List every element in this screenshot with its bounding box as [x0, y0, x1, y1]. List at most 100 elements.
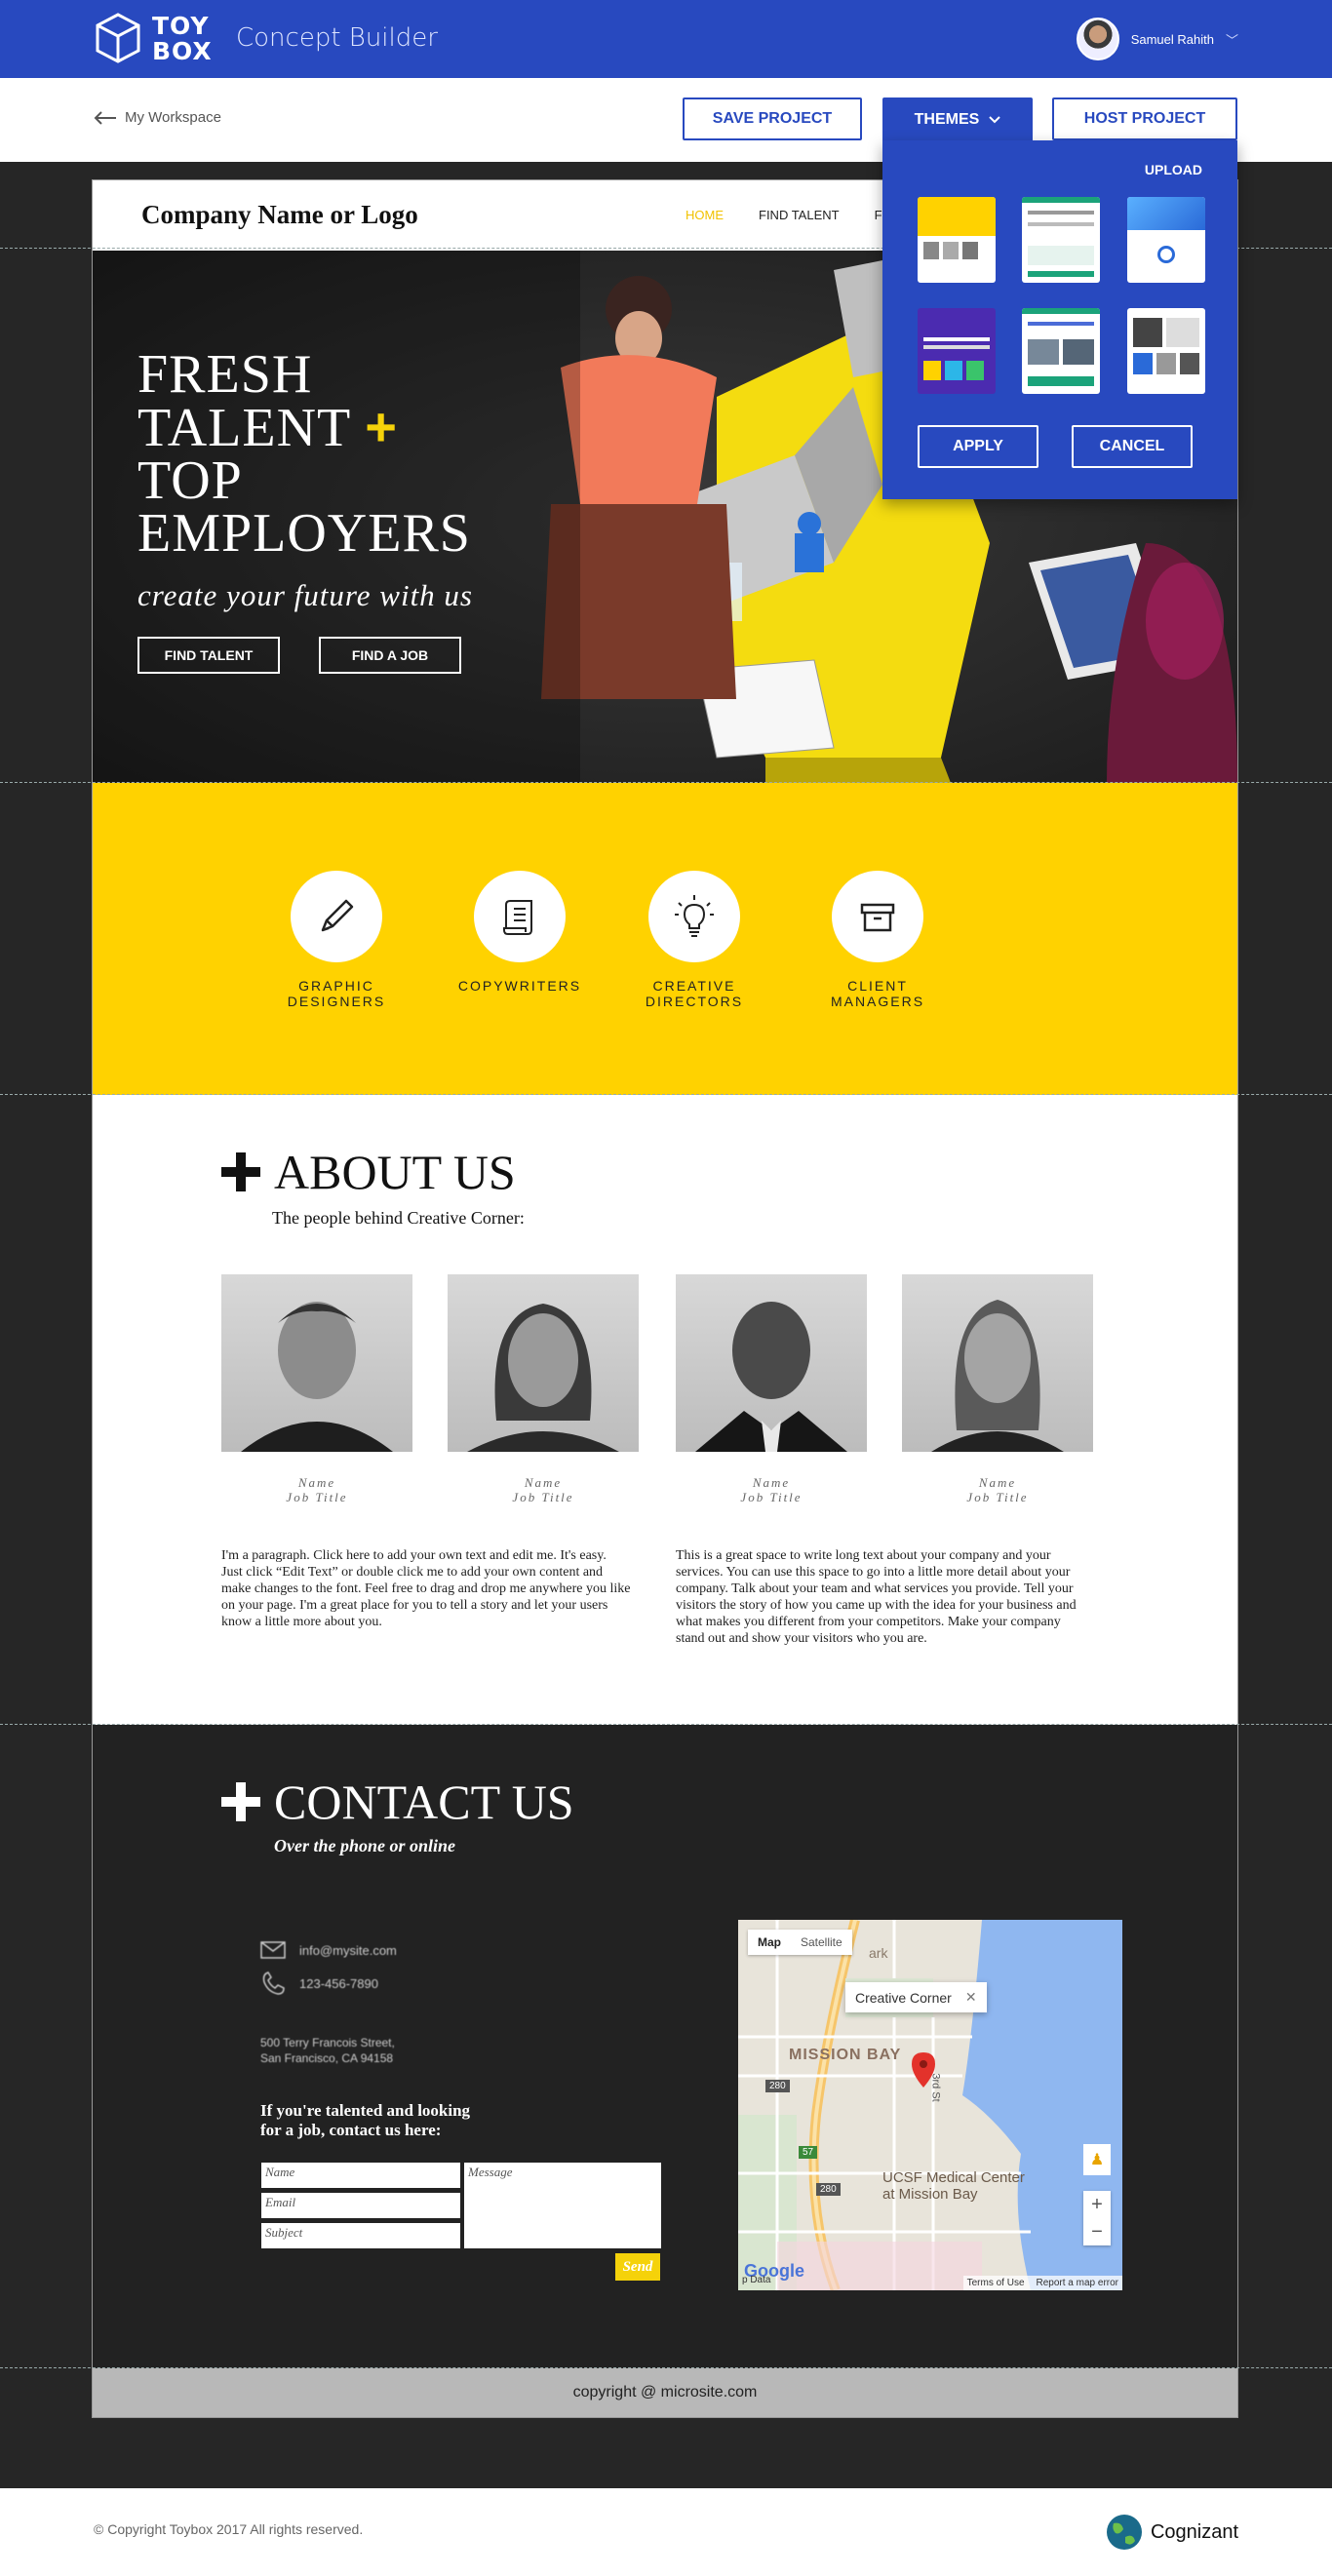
map-info-window[interactable]: Creative Corner ✕ [845, 1982, 987, 2012]
member-job-title: Job Title [740, 1490, 803, 1504]
about-section[interactable]: ABOUT US The people behind Creative Corn… [93, 1095, 1237, 1725]
team-photo [221, 1274, 412, 1452]
site-nav-home[interactable]: HOME [686, 208, 724, 222]
scroll-icon [503, 900, 532, 935]
report-map-error-link[interactable]: Report a map error [1037, 2278, 1118, 2288]
service-copywriters[interactable]: COPYWRITERS [442, 871, 598, 994]
about-title: ABOUT US [221, 1144, 516, 1200]
about-subtitle: The people behind Creative Corner: [272, 1208, 525, 1228]
map-tab[interactable]: Map [748, 1930, 791, 1955]
satellite-tab[interactable]: Satellite [791, 1930, 852, 1955]
plus-icon: + [365, 396, 398, 457]
site-copyright-bar: copyright @ microsite.com [93, 2368, 1237, 2417]
save-project-button[interactable]: SAVE PROJECT [683, 98, 862, 140]
highway-shield-280: 280 [765, 2080, 790, 2092]
chevron-down-icon: ﹀ [1225, 32, 1238, 48]
map-poi: UCSF Medical Center at Mission Bay [882, 2169, 1025, 2203]
marker-label: Creative Corner [855, 1989, 952, 2006]
subject-field[interactable]: Subject [260, 2222, 461, 2249]
back-to-workspace-link[interactable]: My Workspace [94, 109, 221, 126]
pencil-icon [321, 899, 354, 932]
hero-line2: TALENT [137, 398, 351, 458]
hero-line4: EMPLOYERS [137, 503, 471, 564]
member-name: Name [297, 1475, 336, 1490]
team-photo [676, 1274, 867, 1452]
send-button[interactable]: Send [615, 2253, 660, 2281]
arrow-left-icon [94, 110, 116, 125]
theme-thumbnail-2[interactable] [1022, 197, 1100, 283]
app-title: Concept Builder [236, 23, 438, 53]
find-a-job-button[interactable]: FIND A JOB [319, 637, 461, 674]
service-label: CREATIVE DIRECTORS [616, 978, 772, 1009]
name-field[interactable]: Name [260, 2162, 461, 2189]
team-member-caption: Name Job Title [221, 1475, 412, 1504]
contact-email[interactable]: info@mysite.com [260, 1941, 397, 1959]
site-nav-links: HOME FIND TALENT FIND [686, 208, 904, 222]
brand-name: Cognizant [1150, 2520, 1238, 2543]
zoom-controls: + − [1083, 2191, 1111, 2245]
team-member-caption: Name Job Title [448, 1475, 639, 1504]
phone-text: 123-456-7890 [299, 1975, 378, 1991]
theme-thumbnail-1[interactable] [918, 197, 996, 283]
terms-link[interactable]: Terms of Use [967, 2278, 1025, 2288]
address-line1: 500 Terry Francois Street, [260, 2036, 395, 2049]
map-tiles [738, 1920, 1122, 2290]
apply-theme-button[interactable]: APPLY [918, 425, 1038, 468]
zoom-out-icon[interactable]: − [1091, 2221, 1103, 2244]
user-menu[interactable]: Samuel Rahith ﹀ [1076, 18, 1238, 60]
theme-thumbnail-3[interactable] [1127, 197, 1205, 283]
services-section[interactable]: GRAPHIC DESIGNERS COPYWRITERS CREATIVE D… [93, 783, 1237, 1095]
site-logo[interactable]: Company Name or Logo [141, 200, 418, 230]
email-field[interactable]: Email [260, 2192, 461, 2219]
street-view-icon[interactable]: ♟ [1083, 2144, 1111, 2175]
about-paragraph-1[interactable]: I'm a paragraph. Click here to add your … [221, 1547, 631, 1630]
service-label: CLIENT MANAGERS [800, 978, 956, 1009]
map-type-toggle[interactable]: Map Satellite [748, 1930, 852, 1955]
themes-button[interactable]: THEMES [882, 98, 1033, 142]
theme-thumbnail-6[interactable] [1127, 308, 1205, 394]
member-job-title: Job Title [286, 1490, 348, 1504]
globe-icon [1106, 2515, 1142, 2550]
themes-dropdown: UPLOAD APPLY CANCEL [882, 140, 1237, 499]
contact-section[interactable]: CONTACT US Over the phone or online info… [93, 1725, 1237, 2368]
message-field[interactable]: Message [463, 2162, 662, 2249]
person-portrait [241, 1302, 393, 1452]
email-text: info@mysite.com [299, 1942, 397, 1958]
service-graphic-designers[interactable]: GRAPHIC DESIGNERS [258, 871, 414, 1009]
cancel-theme-button[interactable]: CANCEL [1072, 425, 1193, 468]
service-label-line2: DESIGNERS [287, 994, 386, 1009]
service-label-line2: MANAGERS [830, 994, 925, 1009]
close-icon[interactable]: ✕ [965, 1989, 977, 2006]
upload-theme-link[interactable]: UPLOAD [1145, 162, 1202, 177]
theme-thumbnail-5[interactable] [1022, 308, 1100, 394]
person-portrait [695, 1302, 847, 1452]
theme-thumbnail-4[interactable] [918, 308, 996, 394]
hero-subtitle: create your future with us [137, 578, 473, 612]
service-label-line2: DIRECTORS [645, 994, 744, 1009]
site-nav-find-talent[interactable]: FIND TALENT [759, 208, 840, 222]
map-pin-icon[interactable] [912, 2052, 935, 2088]
location-map[interactable]: Map Satellite ark Creative Corner ✕ MISS… [738, 1920, 1122, 2290]
service-client-managers[interactable]: CLIENT MANAGERS [800, 871, 956, 1009]
zoom-in-icon[interactable]: + [1091, 2194, 1103, 2216]
toybox-cube-icon [96, 13, 140, 63]
service-icon-circle [832, 871, 923, 962]
hero-line1: FRESH [137, 344, 313, 405]
chevron-down-icon [989, 116, 1001, 124]
host-project-button[interactable]: HOST PROJECT [1052, 98, 1237, 140]
app-logo[interactable]: TOY BOX [152, 14, 213, 64]
service-label-line1: COPYWRITERS [457, 978, 582, 994]
about-paragraph-2[interactable]: This is a great space to write long text… [676, 1547, 1085, 1647]
contact-address: 500 Terry Francois Street, San Francisco… [260, 2035, 395, 2066]
map-footer: Terms of Use Report a map error [962, 2276, 1122, 2290]
logo-line1: TOY [152, 12, 210, 40]
about-title-text: ABOUT US [274, 1145, 516, 1199]
address-line2: San Francisco, CA 94158 [260, 2051, 394, 2065]
member-job-title: Job Title [966, 1490, 1029, 1504]
app-header: TOY BOX Concept Builder Samuel Rahith ﹀ [0, 0, 1332, 78]
logo-line2: BOX [152, 37, 213, 65]
service-creative-directors[interactable]: CREATIVE DIRECTORS [616, 871, 772, 1009]
find-talent-button[interactable]: FIND TALENT [137, 637, 280, 674]
hero-headline: FRESH TALENT + TOP EMPLOYERS [137, 344, 471, 564]
contact-phone[interactable]: 123-456-7890 [260, 1971, 378, 1996]
